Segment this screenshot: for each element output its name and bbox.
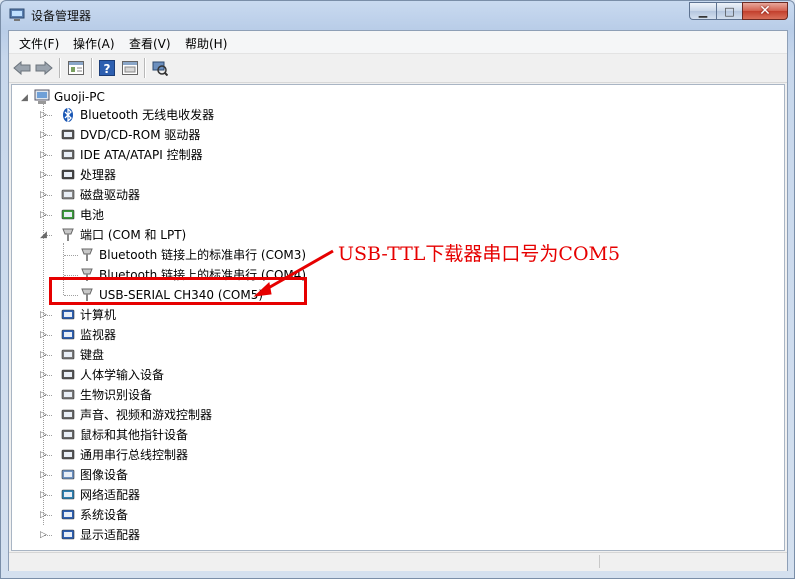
device-manager-window: 设备管理器 ▁ □ ✕ 文件(F) 操作(A) 查看(V) 帮助(H) ? ◢ … xyxy=(0,0,795,579)
annotation-highlight-box xyxy=(49,277,307,305)
annotation-text: USB-TTL下载器串口号为COM5 xyxy=(338,243,621,265)
